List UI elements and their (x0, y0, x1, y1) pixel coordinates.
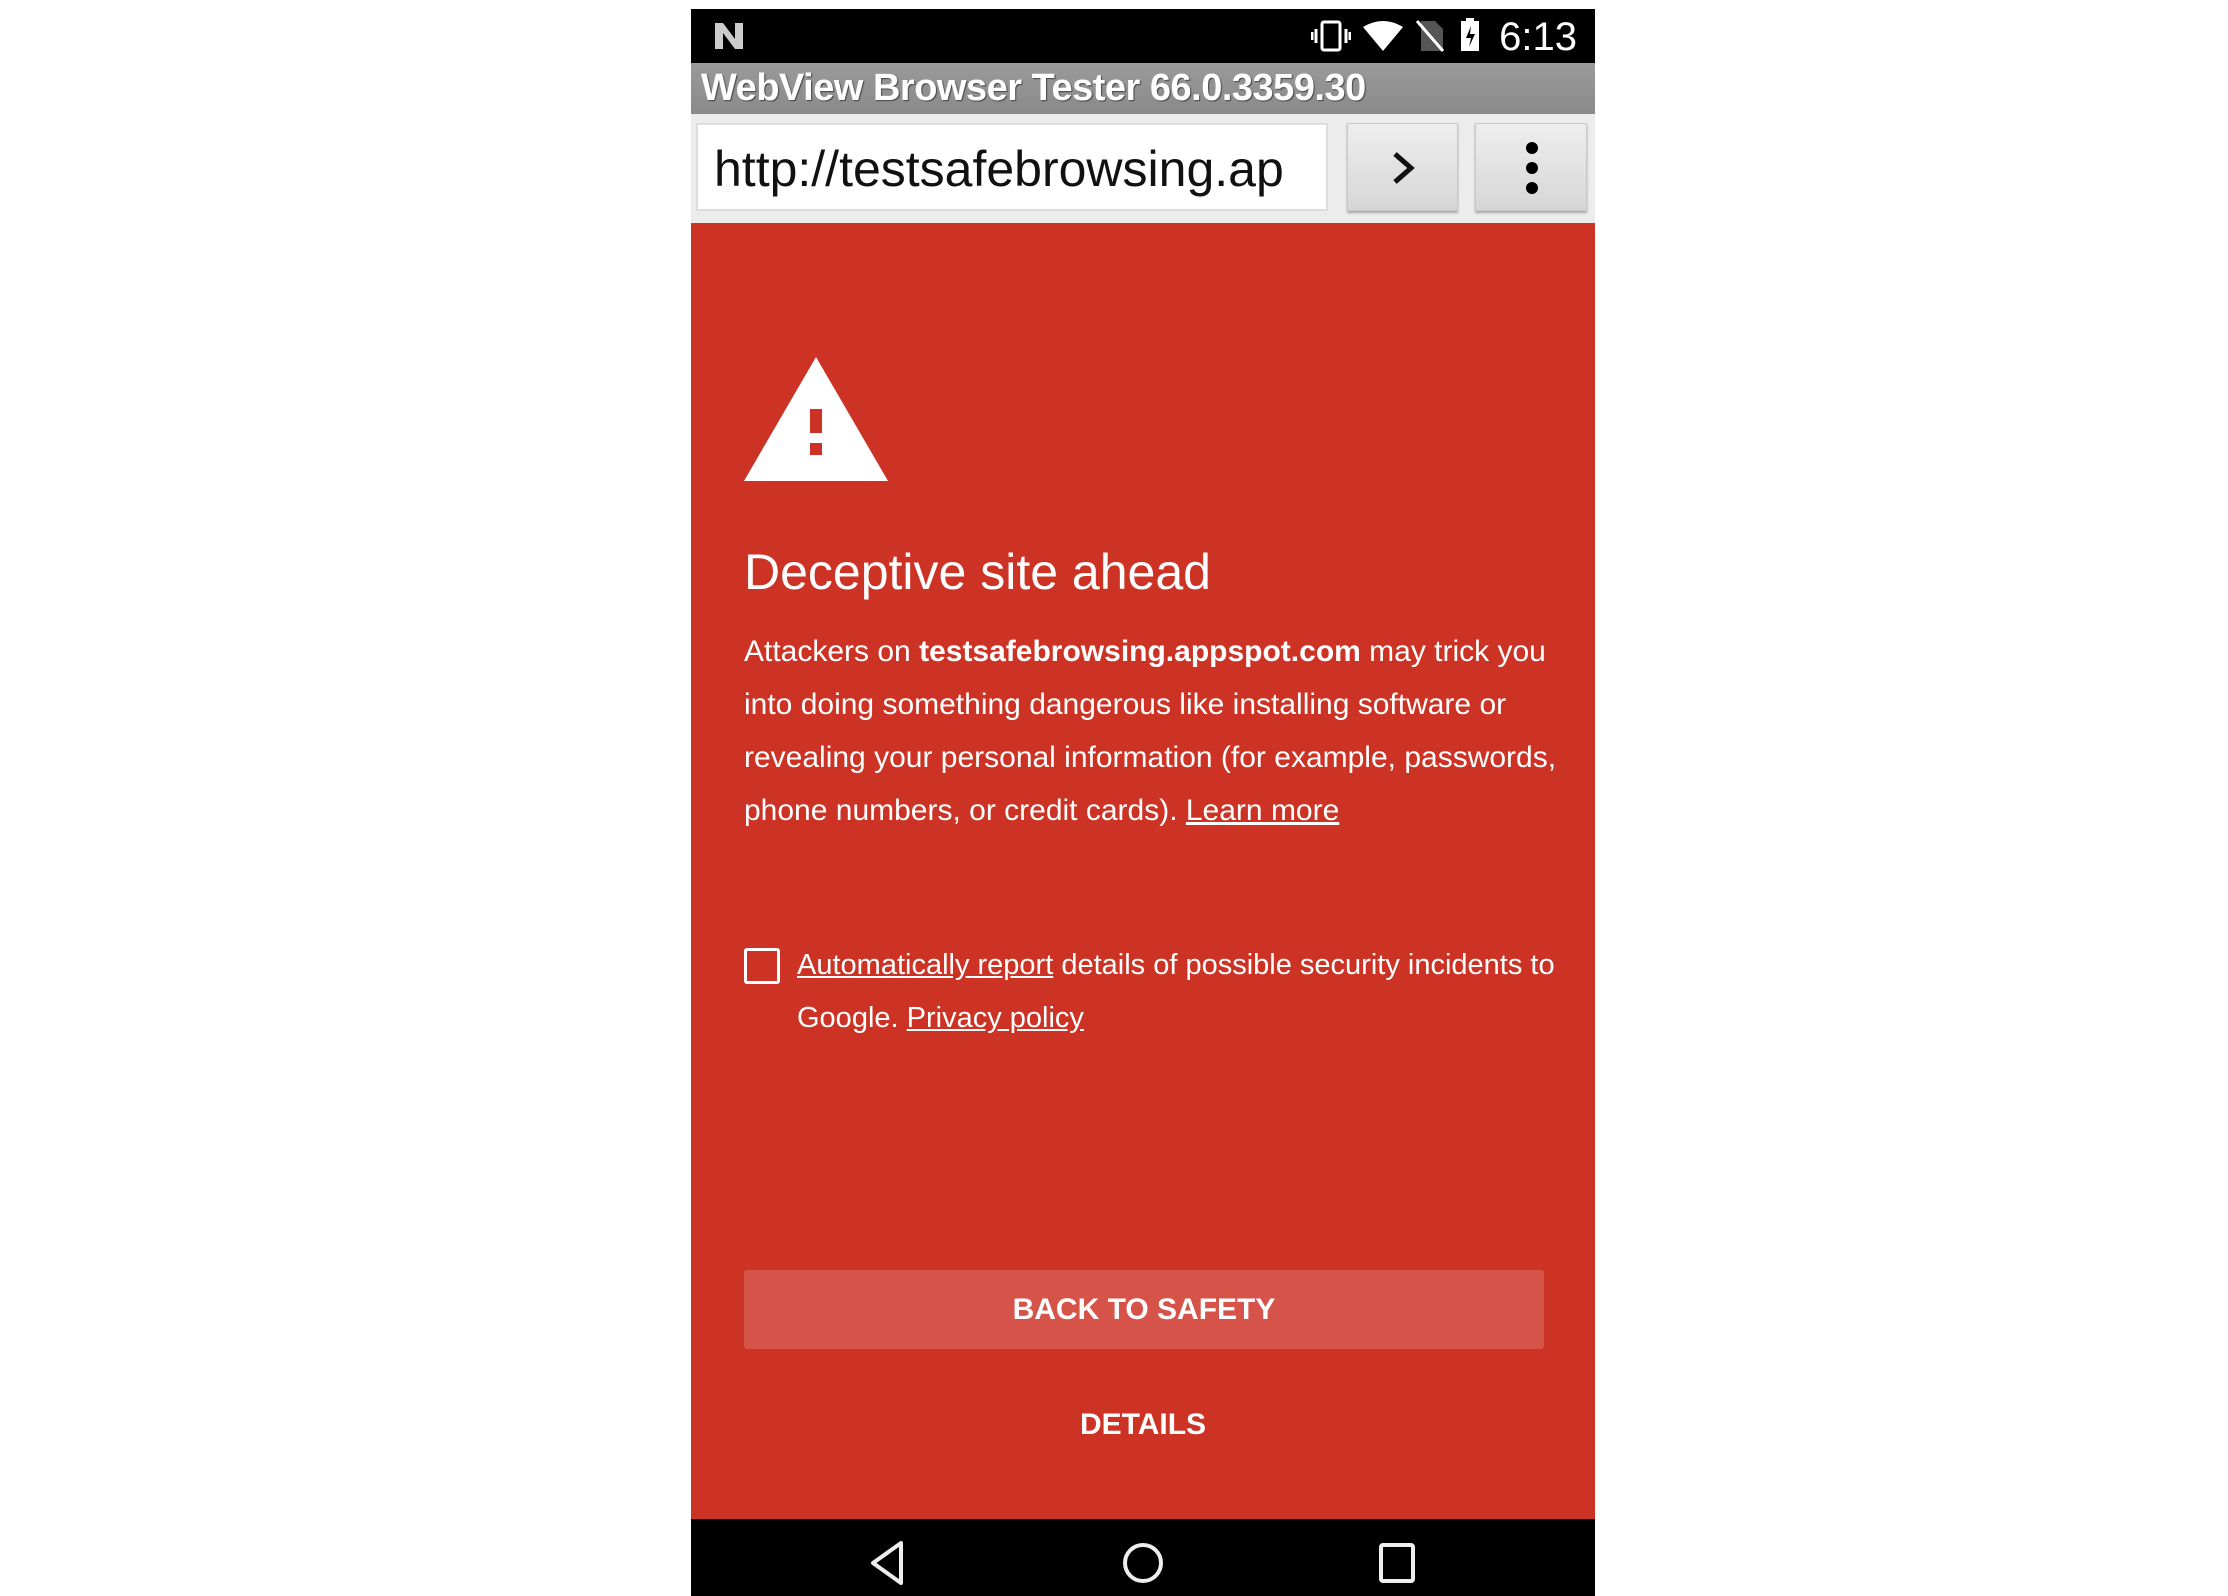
app-title-bar: WebView Browser Tester 66.0.3359.30 (691, 63, 1595, 114)
overflow-menu-icon (1526, 142, 1538, 194)
overflow-menu-button[interactable] (1475, 123, 1587, 211)
battery-charging-icon (1461, 18, 1479, 51)
recents-icon[interactable] (1376, 1539, 1420, 1587)
back-icon[interactable] (867, 1539, 911, 1587)
url-toolbar: http://testsafebrowsing.ap (691, 114, 1595, 223)
chevron-right-icon (1393, 152, 1415, 184)
details-button[interactable]: DETAILS (691, 1408, 1595, 1442)
home-icon[interactable] (1121, 1539, 1165, 1587)
clock: 6:13 (1499, 15, 1577, 59)
go-button[interactable] (1347, 123, 1458, 211)
learn-more-link[interactable]: Learn more (1186, 794, 1339, 827)
safe-browsing-interstitial: Deceptive site ahead Attackers on testsa… (691, 223, 1595, 1519)
warning-description: Attackers on testsafebrowsing.appspot.co… (744, 625, 1564, 837)
page-heading: Deceptive site ahead (744, 544, 1211, 600)
domain-name: testsafebrowsing.appspot.com (919, 635, 1361, 668)
report-checkbox[interactable] (744, 948, 780, 984)
back-to-safety-button[interactable]: BACK TO SAFETY (744, 1270, 1544, 1349)
status-bar: 6:13 (691, 9, 1595, 63)
report-option-text: Automatically report details of possible… (797, 939, 1577, 1045)
description-text: Attackers on (744, 635, 920, 668)
url-input[interactable]: http://testsafebrowsing.ap (696, 123, 1328, 211)
no-sim-icon (1415, 20, 1445, 52)
phone-screen: 6:13 WebView Browser Tester 66.0.3359.30… (691, 9, 1595, 1596)
wifi-icon (1363, 21, 1403, 51)
navigation-bar (691, 1519, 1595, 1596)
warning-triangle-icon (744, 357, 888, 481)
automatically-report-link[interactable]: Automatically report (797, 949, 1053, 981)
n-logo-icon (715, 23, 743, 49)
vibrate-icon (1311, 20, 1351, 52)
privacy-policy-link[interactable]: Privacy policy (907, 1002, 1084, 1034)
app-title: WebView Browser Tester 66.0.3359.30 (701, 67, 1366, 109)
